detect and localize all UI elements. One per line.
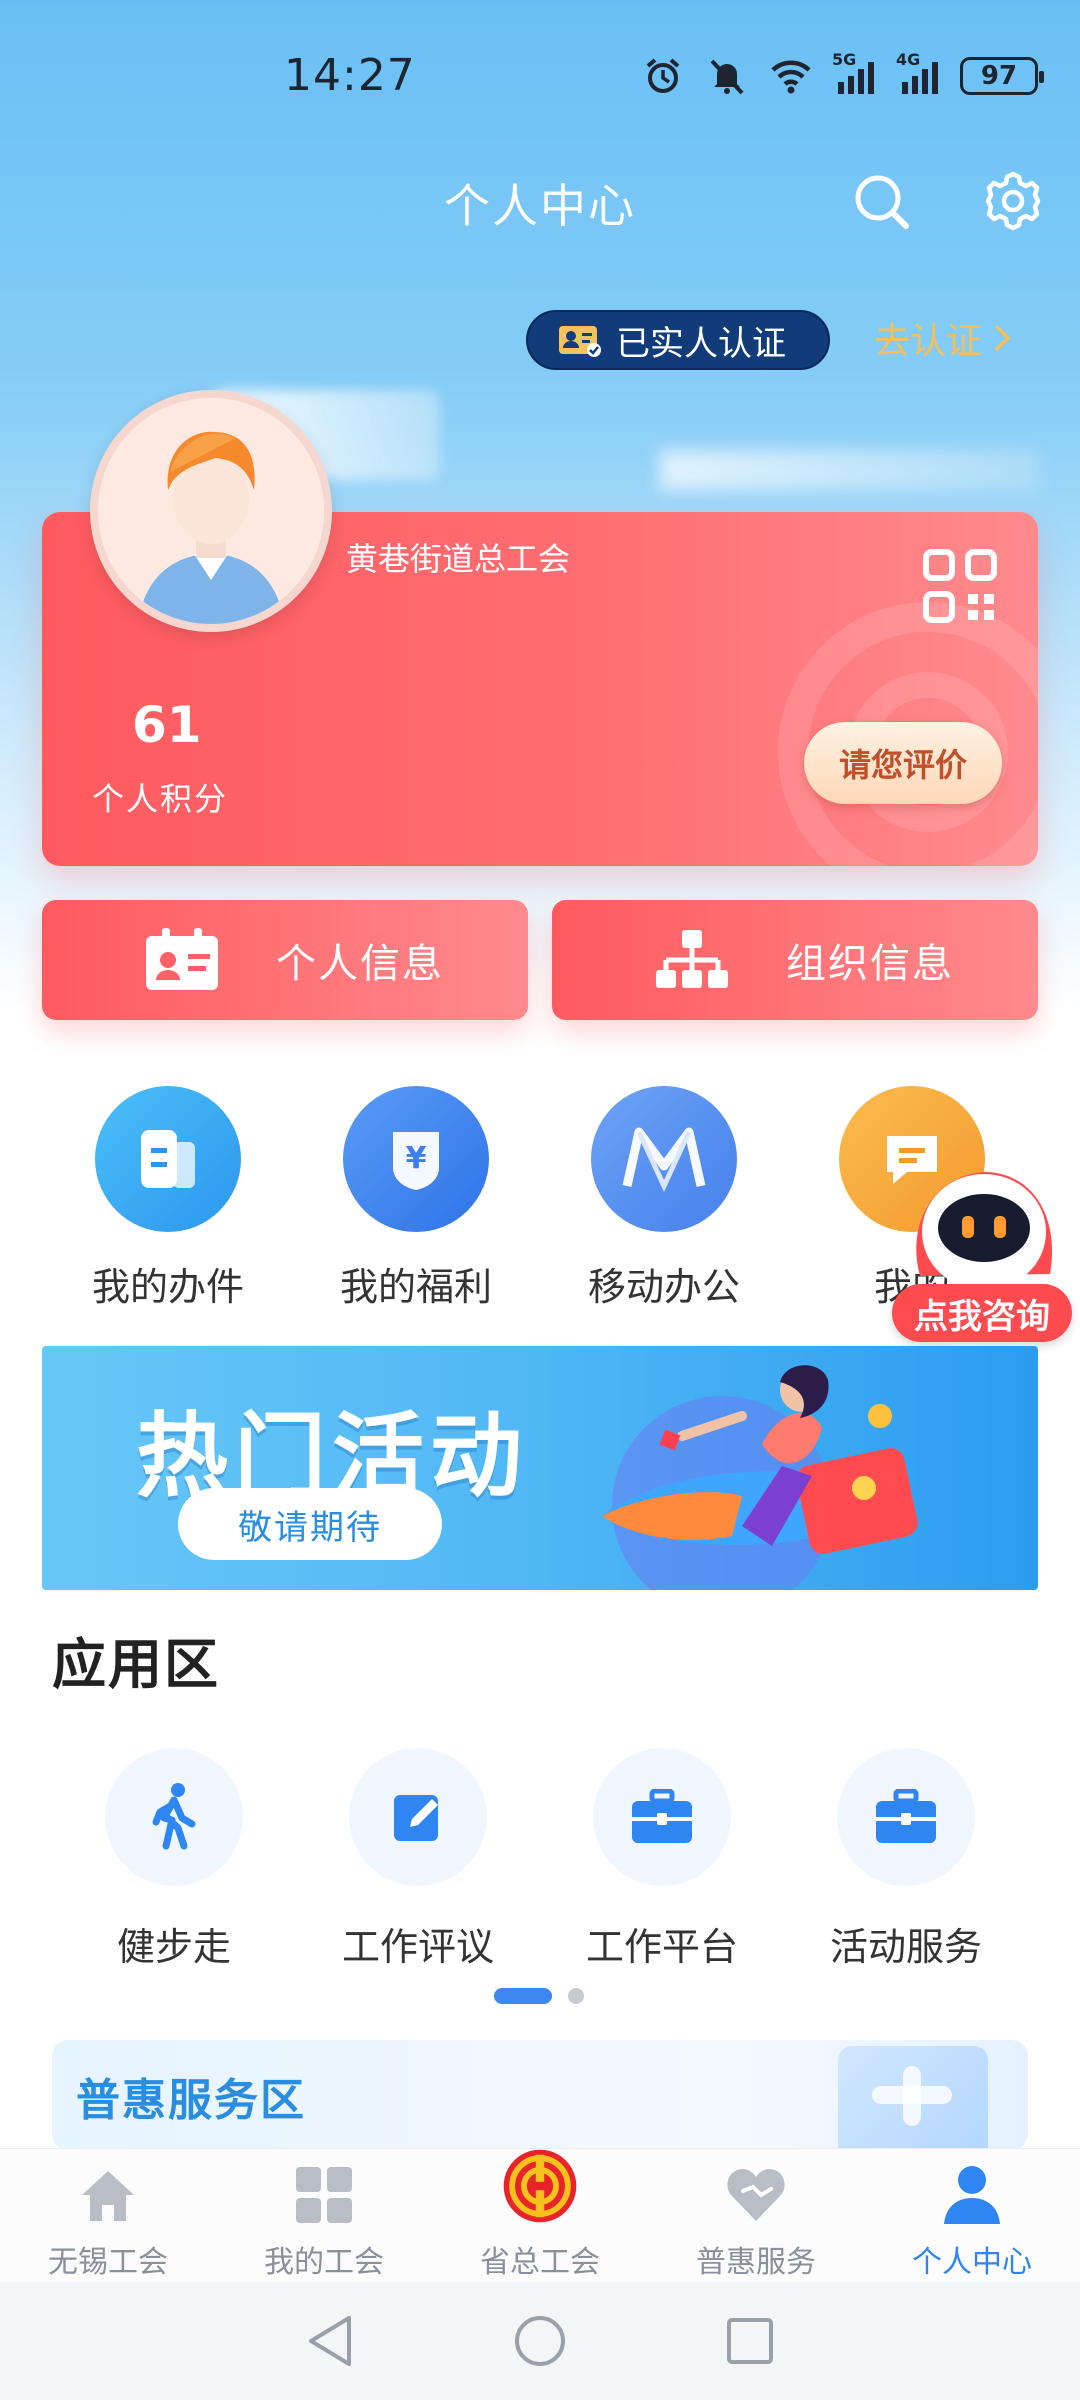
page-title: 个人中心 (444, 179, 636, 233)
points-label: 个人积分 (92, 780, 229, 818)
wifi-icon (768, 54, 814, 98)
id-card-icon (146, 928, 218, 990)
consult-label: 点我咨询 (892, 1284, 1072, 1342)
alarm-icon (640, 54, 686, 98)
id-verified-icon (559, 326, 601, 357)
signal-5g-label: 5G (832, 50, 857, 69)
benefit-decoration (838, 2046, 988, 2150)
heart-icon (718, 2157, 794, 2233)
quick-my-cases-label: 我的办件 (91, 1265, 244, 1309)
apps-pager[interactable] (494, 1988, 584, 2004)
briefcase-icon (593, 1748, 731, 1886)
battery-indicator: 97 (960, 57, 1044, 95)
quick-my-welfare-label: 我的福利 (339, 1265, 492, 1309)
recent-apps-icon[interactable] (720, 2311, 780, 2371)
signal-5g-icon: 5G (832, 50, 878, 98)
verified-badge: 已实人认证 (526, 310, 830, 370)
bottom-tab-bar: 无锡工会 我的工会 省总工会 普惠服务 个人中心 (0, 2148, 1080, 2282)
edit-icon (349, 1748, 487, 1886)
go-verify-label: 去认证 (874, 321, 983, 362)
app-walking-label: 健步走 (116, 1925, 231, 1969)
app-work-platform-label: 工作平台 (585, 1925, 738, 1969)
tab-personal-center[interactable]: 个人中心 (864, 2149, 1080, 2282)
org-chart-icon (656, 930, 728, 988)
organization-info-button[interactable]: 组织信息 (552, 900, 1038, 1020)
points-value: 61 (132, 696, 202, 754)
briefcase-icon (837, 1748, 975, 1886)
tab-label: 普惠服务 (696, 2245, 816, 2280)
tab-my-union[interactable]: 我的工会 (216, 2149, 432, 2282)
m-logo-icon (591, 1086, 737, 1232)
avatar[interactable] (90, 390, 332, 632)
benefit-service-area[interactable]: 普惠服务区 (52, 2040, 1028, 2150)
svg-text:¥: ¥ (406, 1141, 427, 1176)
yuan-icon: ¥ (343, 1086, 489, 1232)
tab-label: 个人中心 (912, 2245, 1032, 2280)
quick-mobile-office[interactable]: 移动办公 (564, 1086, 764, 1311)
battery-level: 97 (980, 61, 1018, 91)
app-activity-service[interactable]: 活动服务 (796, 1748, 1016, 1971)
tab-benefit-service[interactable]: 普惠服务 (648, 2149, 864, 2282)
pager-dot[interactable] (568, 1988, 584, 2004)
organization-info-label: 组织信息 (786, 941, 954, 987)
person-icon (934, 2157, 1010, 2233)
tab-label: 无锡工会 (48, 2245, 168, 2280)
qr-code-icon[interactable] (922, 548, 998, 624)
union-emblem-icon (502, 2149, 578, 2233)
status-icons: 5G 4G 97 (640, 50, 1044, 98)
rate-button[interactable]: 请您评价 (804, 722, 1002, 804)
search-icon[interactable] (850, 170, 914, 234)
organization-name: 黄巷街道总工会 (346, 540, 571, 578)
app-work-review[interactable]: 工作评议 (308, 1748, 528, 1971)
benefit-title: 普惠服务区 (76, 2075, 306, 2126)
back-icon[interactable] (300, 2311, 360, 2371)
apps-section-title: 应用区 (52, 1633, 220, 1696)
chevron-right-icon (994, 324, 1011, 352)
personal-info-label: 个人信息 (276, 941, 444, 987)
app-walking[interactable]: 健步走 (64, 1748, 284, 1971)
grid-icon (286, 2157, 362, 2233)
hot-activities-banner[interactable]: 热门活动 敬请期待 (42, 1346, 1038, 1590)
app-activity-service-label: 活动服务 (829, 1925, 982, 1969)
tab-label: 省总工会 (480, 2245, 600, 2280)
system-nav-bar (0, 2282, 1080, 2400)
signal-4g-icon: 4G (896, 50, 942, 98)
verified-label: 已实人认证 (616, 323, 786, 364)
tab-label: 我的工会 (264, 2245, 384, 2280)
pager-dot-active[interactable] (494, 1988, 552, 2004)
walking-icon (105, 1748, 243, 1886)
document-icon (95, 1086, 241, 1232)
tab-provincial-union[interactable]: 省总工会 (432, 2149, 648, 2282)
signal-4g-label: 4G (896, 50, 921, 69)
quick-my-cases[interactable]: 我的办件 (68, 1086, 268, 1311)
home-circle-icon[interactable] (510, 2311, 570, 2371)
quick-my-welfare[interactable]: ¥ 我的福利 (316, 1086, 516, 1311)
status-bar: 14:27 5G 4G 97 (0, 0, 1080, 150)
consult-robot-button[interactable]: 点我咨询 (892, 1136, 1072, 1350)
username-redacted-secondary (660, 450, 1040, 490)
app-work-review-label: 工作评议 (341, 1925, 494, 1969)
banner-pill: 敬请期待 (178, 1488, 442, 1560)
mute-icon (704, 54, 750, 98)
personal-info-button[interactable]: 个人信息 (42, 900, 528, 1020)
gear-icon[interactable] (980, 168, 1046, 234)
app-work-platform[interactable]: 工作平台 (552, 1748, 772, 1971)
home-icon (70, 2157, 146, 2233)
tab-wuxi-union[interactable]: 无锡工会 (0, 2149, 216, 2282)
go-verify-link[interactable]: 去认证 (874, 312, 1012, 364)
status-time: 14:27 (284, 50, 416, 101)
quick-mobile-office-label: 移动办公 (587, 1265, 740, 1309)
